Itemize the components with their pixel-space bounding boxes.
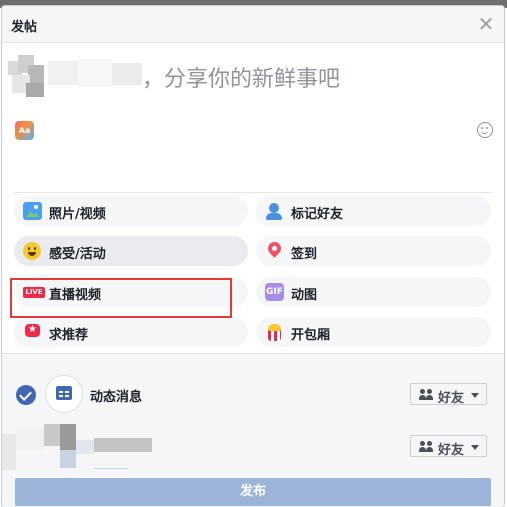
action-check-in[interactable]: 签到 <box>256 236 491 266</box>
chevron-down-icon <box>471 445 479 450</box>
friends-icon <box>419 441 434 452</box>
action-feeling-activity[interactable]: 感受/活动 <box>14 236 248 266</box>
composer-prompt[interactable]: ，分享你的新鲜事吧 <box>142 61 340 93</box>
create-post-dialog: 发帖 ✕ ，分享你的新鲜事吧 Aa 照片/视频 标记好友 感受/活动 签到 LI… <box>2 6 504 507</box>
chevron-down-icon <box>471 393 479 398</box>
recommendation-icon <box>23 323 42 341</box>
action-photo-video[interactable]: 照片/视频 <box>14 196 248 226</box>
gif-icon: GIF <box>265 283 284 301</box>
blurred-username <box>48 59 142 89</box>
watch-party-icon <box>265 323 284 341</box>
highlight-box <box>10 278 232 318</box>
audience-selector-2[interactable]: 好友 <box>410 435 487 458</box>
publish-button[interactable]: 发布 <box>15 478 491 506</box>
emoji-icon[interactable] <box>477 122 493 138</box>
tag-friends-icon <box>265 202 284 220</box>
action-label: 照片/视频 <box>49 207 106 222</box>
action-label: 开包厢 <box>291 328 331 343</box>
audience-label: 好友 <box>438 391 465 406</box>
audience-label: 好友 <box>438 443 465 458</box>
checkmark-icon[interactable] <box>16 385 36 405</box>
composer-area[interactable]: ，分享你的新鲜事吧 <box>2 43 504 153</box>
action-label: 感受/活动 <box>49 247 106 262</box>
action-label: 标记好友 <box>291 207 344 222</box>
post-settings-footer: 动态消息 好友 好友 发布 <box>2 353 504 507</box>
action-watch-party[interactable]: 开包厢 <box>256 317 491 347</box>
audience-selector-feed[interactable]: 好友 <box>410 383 487 406</box>
check-in-icon <box>265 242 284 260</box>
dialog-title: 发帖 <box>11 20 38 35</box>
avatar <box>8 55 48 99</box>
dialog-header: 发帖 ✕ <box>2 6 504 43</box>
divider <box>14 192 492 193</box>
news-feed-label: 动态消息 <box>90 390 143 405</box>
photo-icon <box>23 202 42 220</box>
friends-icon <box>419 389 434 400</box>
action-recommendation[interactable]: 求推荐 <box>14 317 248 347</box>
text-style-icon[interactable]: Aa <box>15 121 34 140</box>
action-label: 签到 <box>291 247 318 262</box>
action-gif[interactable]: GIF 动图 <box>256 277 491 307</box>
action-label: 动图 <box>291 288 318 303</box>
feeling-icon <box>23 242 41 260</box>
news-feed-icon <box>45 375 83 413</box>
close-icon[interactable]: ✕ <box>477 14 495 34</box>
action-label: 求推荐 <box>49 328 89 343</box>
action-tag-friends[interactable]: 标记好友 <box>256 196 491 226</box>
